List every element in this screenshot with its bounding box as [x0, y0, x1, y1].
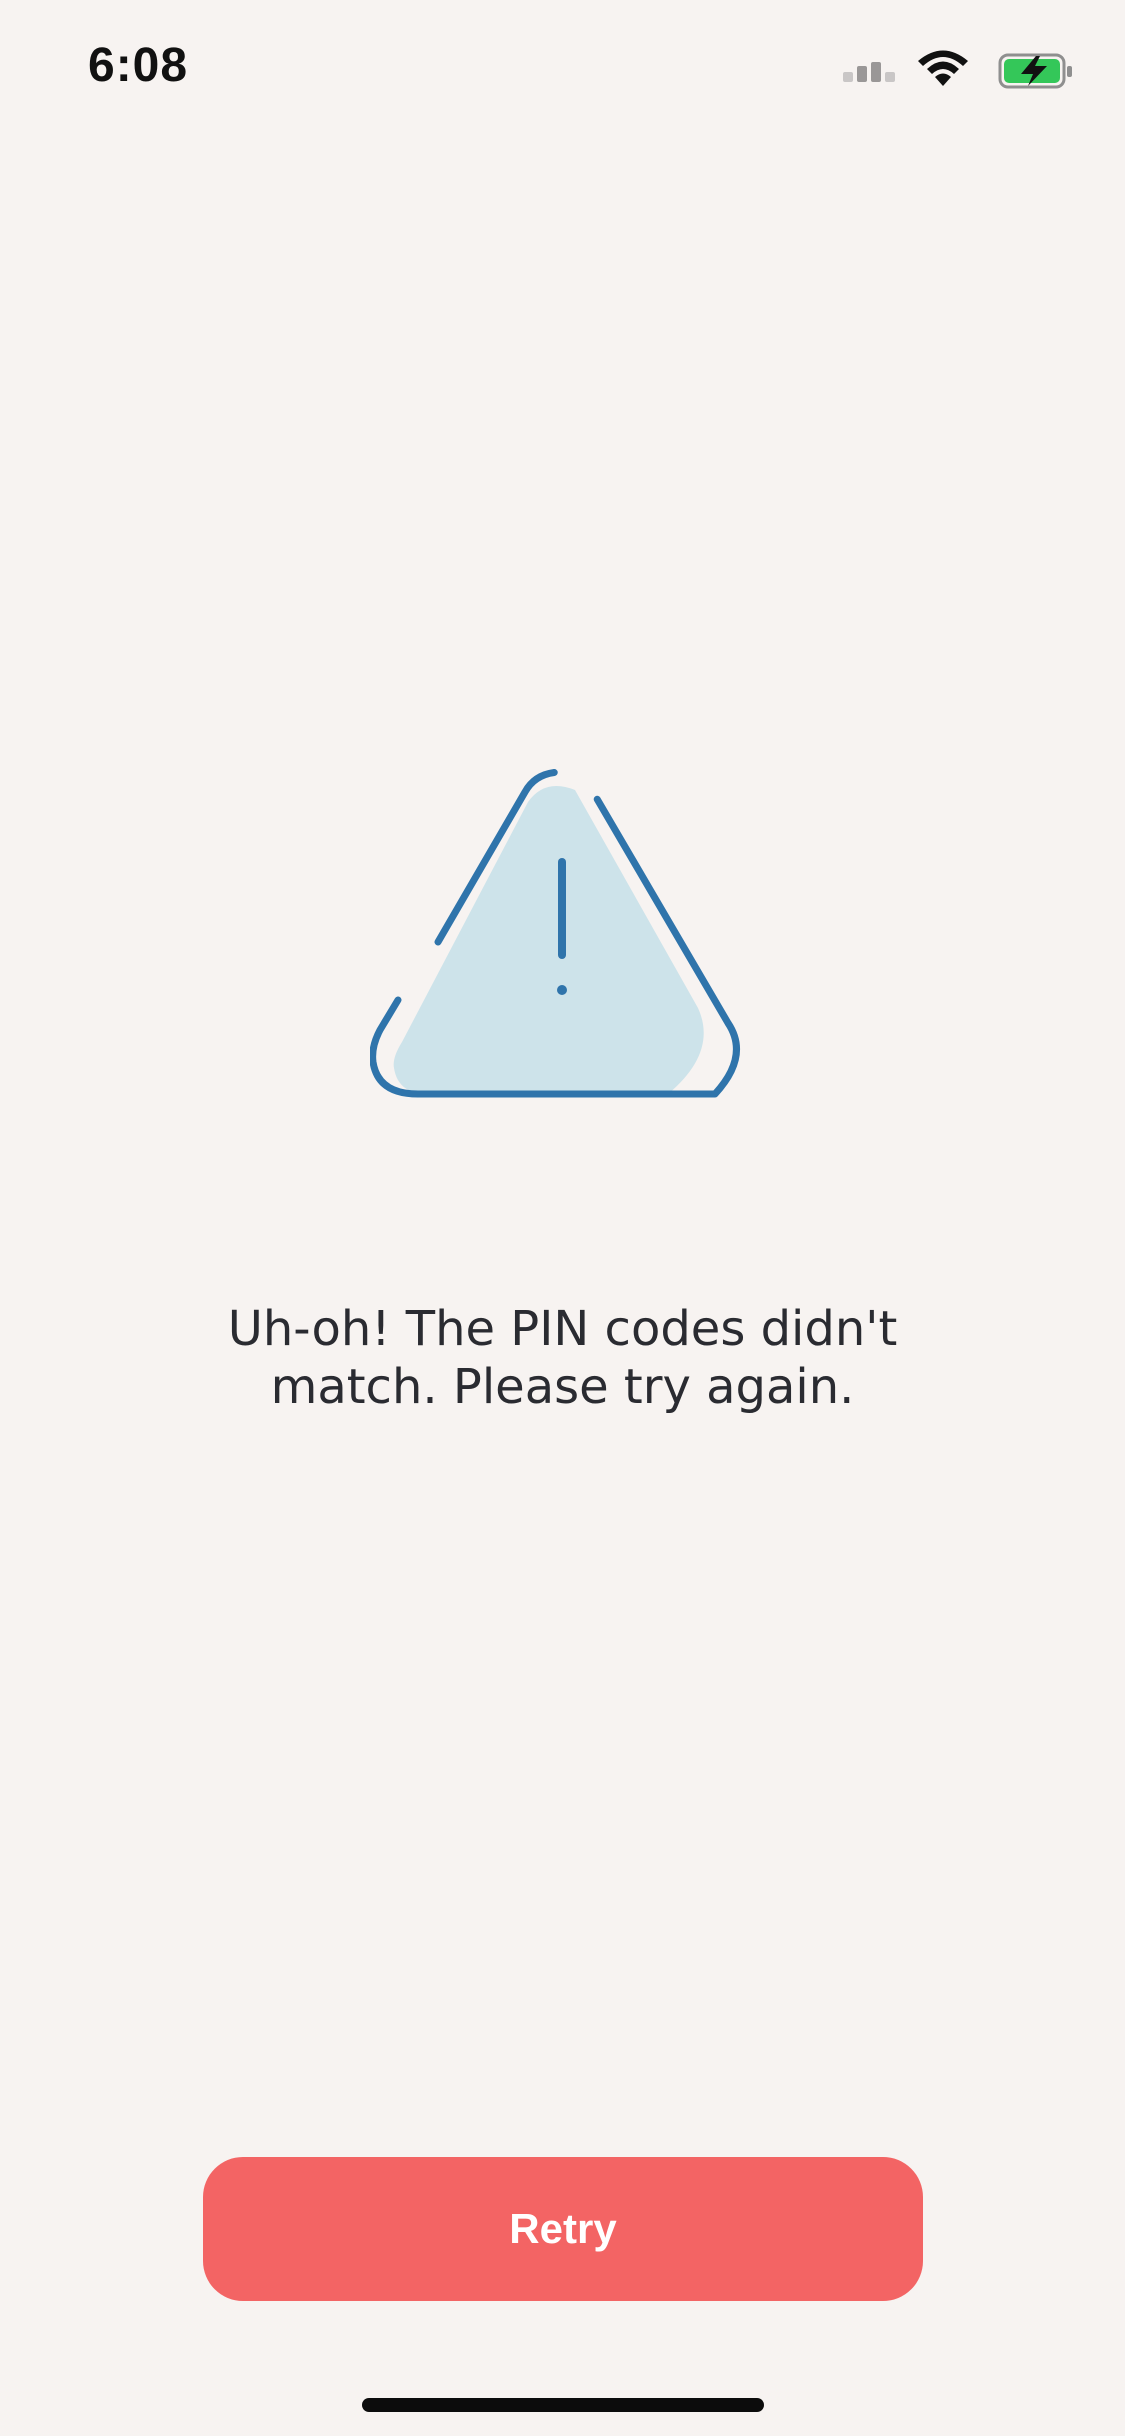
wifi-icon [918, 50, 968, 86]
status-icons [843, 50, 1072, 89]
error-message: Uh-oh! The PIN codes didn't match. Pleas… [227, 1301, 898, 1415]
cellular-signal-icon [843, 62, 895, 82]
warning-triangle-icon [370, 768, 740, 1098]
battery-charging-icon [998, 53, 1072, 89]
status-time: 6:08 [88, 39, 189, 92]
home-indicator[interactable] [362, 2398, 764, 2412]
retry-button[interactable]: Retry [203, 2157, 923, 2301]
status-bar: 6:08 [0, 0, 1125, 140]
